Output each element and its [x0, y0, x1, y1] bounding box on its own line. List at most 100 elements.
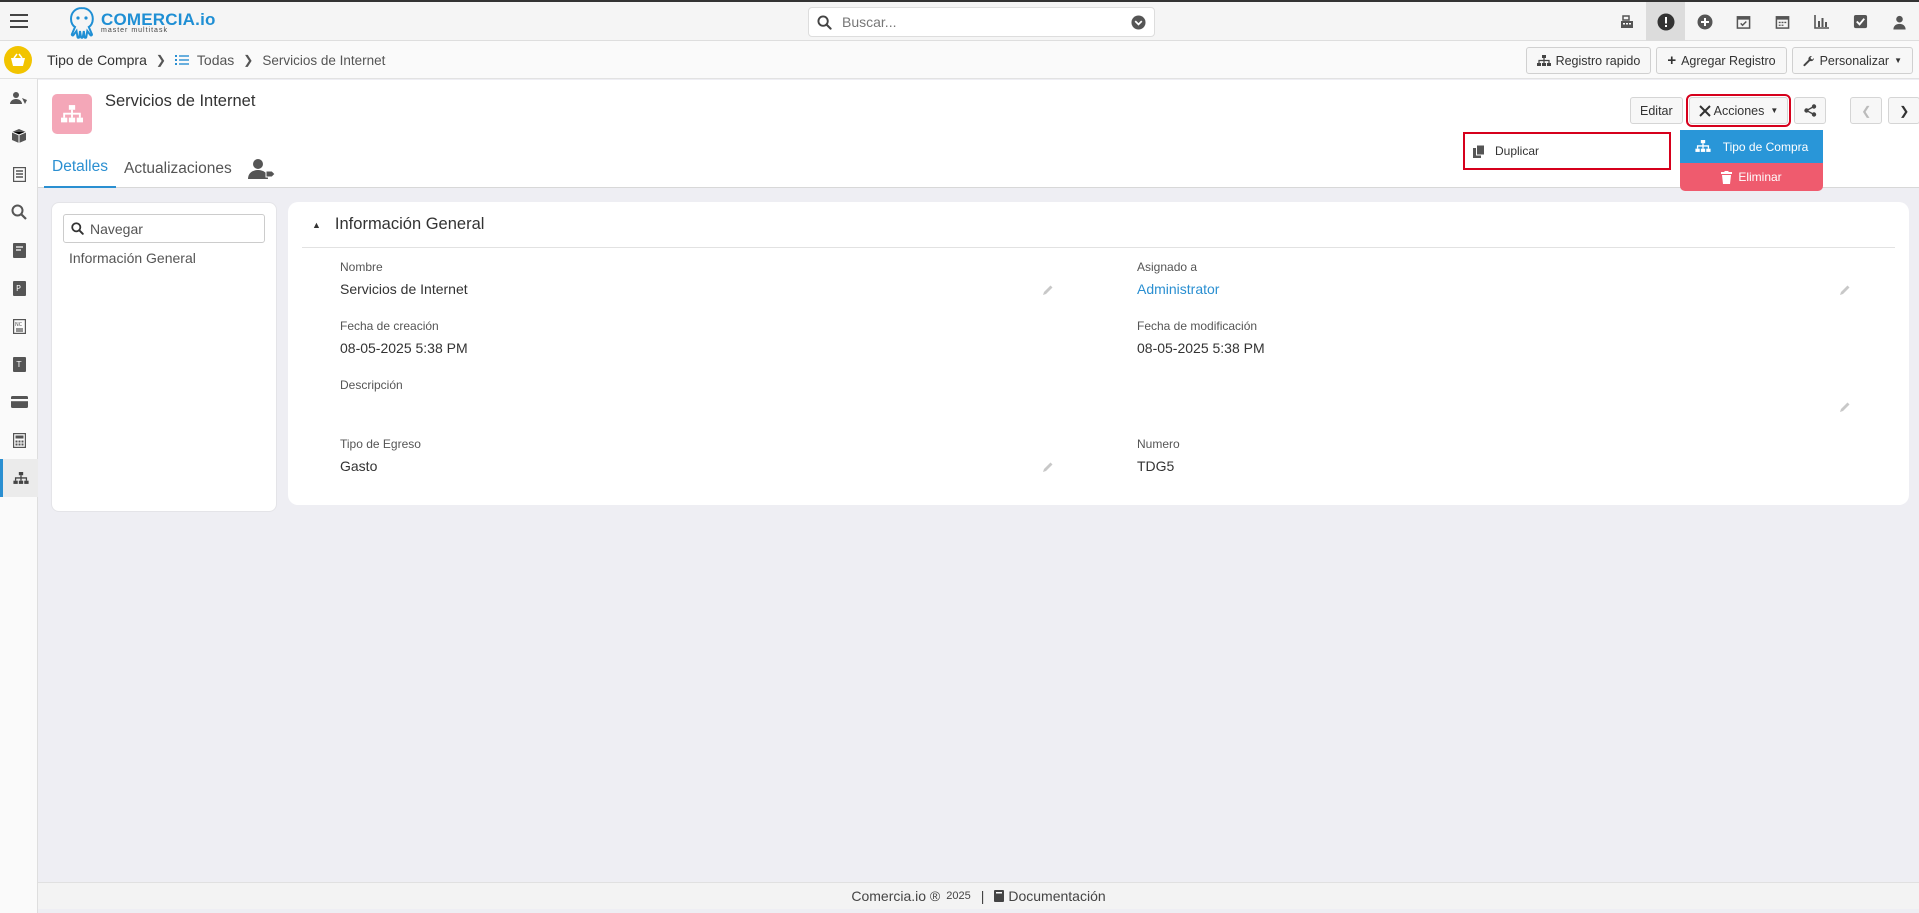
- footer-year: 2025: [946, 890, 971, 902]
- search-input[interactable]: Buscar...: [842, 14, 1131, 30]
- purchase-type-label: Tipo de Compra: [1722, 139, 1809, 154]
- svg-text:NC: NC: [15, 322, 23, 328]
- cash-register-icon[interactable]: [1607, 2, 1646, 41]
- documentation-link[interactable]: Documentación: [1008, 888, 1105, 904]
- book-icon: [994, 890, 1005, 902]
- breadcrumb-module[interactable]: Tipo de Compra: [47, 52, 147, 68]
- calendar-check-icon[interactable]: [1724, 2, 1763, 41]
- breadcrumb-bar: Tipo de Compra ❯ Todas ❯ Servicios de In…: [0, 41, 1919, 79]
- breadcrumb-record: Servicios de Internet: [262, 52, 386, 68]
- field-value: 08-05-2025 5:38 PM: [340, 340, 468, 356]
- field-label: Fecha de creación: [340, 319, 439, 333]
- record-tabs: Detalles Actualizaciones: [44, 148, 276, 188]
- hamburger-menu-icon[interactable]: [8, 10, 30, 32]
- svg-text:T: T: [15, 360, 21, 369]
- search-icon: [71, 222, 84, 235]
- tools-icon: [1698, 104, 1711, 117]
- top-bar: COMERCIA.io master multitask Buscar...: [0, 0, 1919, 41]
- sidebar-sitemap-icon[interactable]: [0, 459, 38, 497]
- caret-down-icon: ▼: [1770, 106, 1779, 115]
- user-tag-icon[interactable]: [247, 158, 276, 188]
- sidebar-purchase-doc-icon[interactable]: P: [0, 269, 38, 307]
- field-value: Gasto: [340, 458, 378, 474]
- details-panel: ▲ Información General Nombre Servicios d…: [288, 202, 1909, 505]
- customize-button[interactable]: Personalizar ▼: [1791, 47, 1913, 74]
- sidebar-calculator-icon[interactable]: [0, 421, 38, 459]
- edit-pencil-icon[interactable]: [1839, 284, 1851, 296]
- customize-label: Personalizar: [1819, 53, 1890, 68]
- global-search[interactable]: Buscar...: [808, 7, 1155, 37]
- field-label: Nombre: [340, 260, 383, 274]
- edit-pencil-icon[interactable]: [1042, 284, 1054, 296]
- sidebar-box-icon[interactable]: [0, 117, 38, 155]
- field-label: Fecha de modificación: [1137, 319, 1258, 333]
- copy-icon: [1473, 144, 1485, 158]
- field-tipo-egreso: Tipo de Egreso Gasto: [340, 437, 1060, 474]
- delete-label: Eliminar: [1738, 170, 1782, 184]
- previous-record-button[interactable]: ❮: [1850, 97, 1883, 124]
- actions-dropdown: Tipo de Compra Eliminar: [1680, 130, 1823, 191]
- actions-button[interactable]: Acciones ▼: [1685, 94, 1792, 127]
- chevron-down-circle-icon[interactable]: [1131, 14, 1146, 30]
- footer: Comercia.io ® 2025 | Documentación: [38, 882, 1919, 909]
- menu-item-purchase-type[interactable]: Tipo de Compra: [1680, 130, 1823, 163]
- assigned-user-link[interactable]: Administrator: [1137, 281, 1857, 297]
- field-label: Descripción: [340, 378, 403, 392]
- navigation-panel: Navegar Información General: [51, 202, 277, 512]
- basket-icon[interactable]: [4, 46, 32, 74]
- field-fecha-creacion: Fecha de creación 08-05-2025 5:38 PM: [340, 319, 1060, 356]
- breadcrumb-list[interactable]: Todas: [197, 52, 234, 68]
- record-title: Servicios de Internet: [105, 92, 256, 110]
- octopus-logo-icon: [69, 7, 94, 39]
- next-record-button[interactable]: ❯: [1888, 97, 1919, 124]
- field-numero: Numero TDG5: [1137, 437, 1857, 474]
- quick-record-button[interactable]: Registro rapido: [1525, 47, 1652, 74]
- search-icon: [817, 14, 832, 30]
- duplicate-menu-item[interactable]: Duplicar: [1463, 132, 1671, 170]
- app-logo[interactable]: COMERCIA.io master multitask: [66, 4, 216, 40]
- nav-item-general-info[interactable]: Información General: [69, 250, 196, 266]
- bar-chart-icon[interactable]: [1802, 2, 1841, 41]
- field-descripcion: Descripción: [340, 378, 1060, 399]
- field-label: Tipo de Egreso: [340, 437, 421, 451]
- share-button[interactable]: [1794, 97, 1827, 124]
- sidebar-ledger-icon[interactable]: [0, 231, 38, 269]
- delete-menu-item[interactable]: Eliminar: [1680, 163, 1823, 191]
- user-icon[interactable]: [1880, 2, 1919, 41]
- edit-pencil-icon[interactable]: [1042, 461, 1054, 473]
- tab-updates[interactable]: Actualizaciones: [116, 148, 240, 188]
- svg-text:P: P: [16, 284, 21, 293]
- field-value: 08-05-2025 5:38 PM: [1137, 340, 1265, 356]
- sidebar-contacts-icon[interactable]: [0, 79, 38, 117]
- navigate-input[interactable]: Navegar: [63, 214, 265, 243]
- field-asignado: Asignado a Administrator: [1137, 260, 1857, 297]
- plus-icon: +: [1667, 52, 1677, 69]
- caret-up-icon: ▲: [312, 219, 321, 230]
- module-sitemap-icon: [52, 94, 92, 134]
- chevron-left-icon: ❮: [1861, 103, 1872, 118]
- chevron-right-icon: ❯: [243, 53, 254, 67]
- tab-details[interactable]: Detalles: [44, 148, 116, 188]
- wrench-icon: [1802, 55, 1814, 66]
- field-label: Numero: [1137, 437, 1180, 451]
- field-label: Asignado a: [1137, 260, 1198, 274]
- share-icon: [1804, 104, 1817, 117]
- sitemap-icon: [1536, 54, 1551, 66]
- sidebar-search-doc-icon[interactable]: [0, 193, 38, 231]
- sidebar-credit-note-icon[interactable]: NC: [0, 307, 38, 345]
- check-square-icon[interactable]: [1841, 2, 1880, 41]
- section-header[interactable]: ▲ Información General: [312, 215, 484, 234]
- trash-icon: [1721, 170, 1733, 184]
- sidebar-card-icon[interactable]: [0, 383, 38, 421]
- sidebar-template-icon[interactable]: T: [0, 345, 38, 383]
- add-record-label: Agregar Registro: [1681, 53, 1776, 68]
- list-icon: [174, 55, 189, 65]
- alert-icon[interactable]: [1646, 2, 1685, 41]
- sidebar-invoice-icon[interactable]: [0, 155, 38, 193]
- edit-pencil-icon[interactable]: [1839, 401, 1851, 413]
- add-record-button[interactable]: + Agregar Registro: [1656, 47, 1787, 74]
- plus-circle-icon[interactable]: [1685, 2, 1724, 41]
- left-sidebar: P NC T: [0, 79, 38, 913]
- calendar-icon[interactable]: [1763, 2, 1802, 41]
- edit-button[interactable]: Editar: [1630, 97, 1683, 124]
